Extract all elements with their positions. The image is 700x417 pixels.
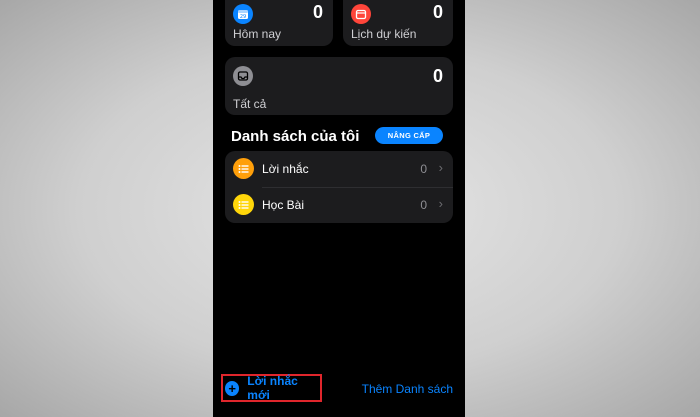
upgrade-button[interactable]: NÂNG CẤP [375,127,443,144]
list-icon [233,158,254,179]
calendar-icon: 29 [233,4,253,24]
list-item-count: 0 [420,198,427,212]
smart-list-today[interactable]: 29 0 Hôm nay [225,0,333,46]
list-item-loi-nhac[interactable]: Lời nhắc 0 › [225,151,453,188]
smart-list-scheduled[interactable]: 0 Lịch dự kiến [343,0,453,46]
today-label: Hôm nay [233,27,282,41]
all-label: Tất cả [233,97,267,111]
smart-list-all[interactable]: 0 Tất cả [225,57,453,115]
svg-text:29: 29 [240,14,246,20]
list-item-name: Học Bài [262,198,305,212]
list-item-count: 0 [420,162,427,176]
new-reminder-button[interactable]: + Lời nhắc mới [221,374,322,402]
list-item-hoc-bai[interactable]: Học Bài 0 › [225,187,453,223]
scheduled-count: 0 [432,2,443,22]
new-reminder-label: Lời nhắc mới [247,374,298,402]
today-count: 0 [312,2,323,22]
my-lists-heading: Danh sách của tôi [231,128,360,145]
list-item-name: Lời nhắc [262,162,309,176]
tray-icon [233,66,253,86]
add-list-button[interactable]: Thêm Danh sách [362,382,453,396]
list-icon [233,194,254,215]
scheduled-label: Lịch dự kiến [351,27,417,41]
plus-circle-icon: + [225,380,240,396]
all-count: 0 [432,66,443,86]
reminders-app-screen: 29 0 Hôm nay 0 Lịch dự kiến 0 Tất cả Dan… [213,0,465,417]
my-lists: Lời nhắc 0 › Học Bài 0 › [225,151,453,223]
chevron-right-icon: › [438,196,443,211]
chevron-right-icon: › [438,160,443,175]
calendar-icon [351,4,371,24]
